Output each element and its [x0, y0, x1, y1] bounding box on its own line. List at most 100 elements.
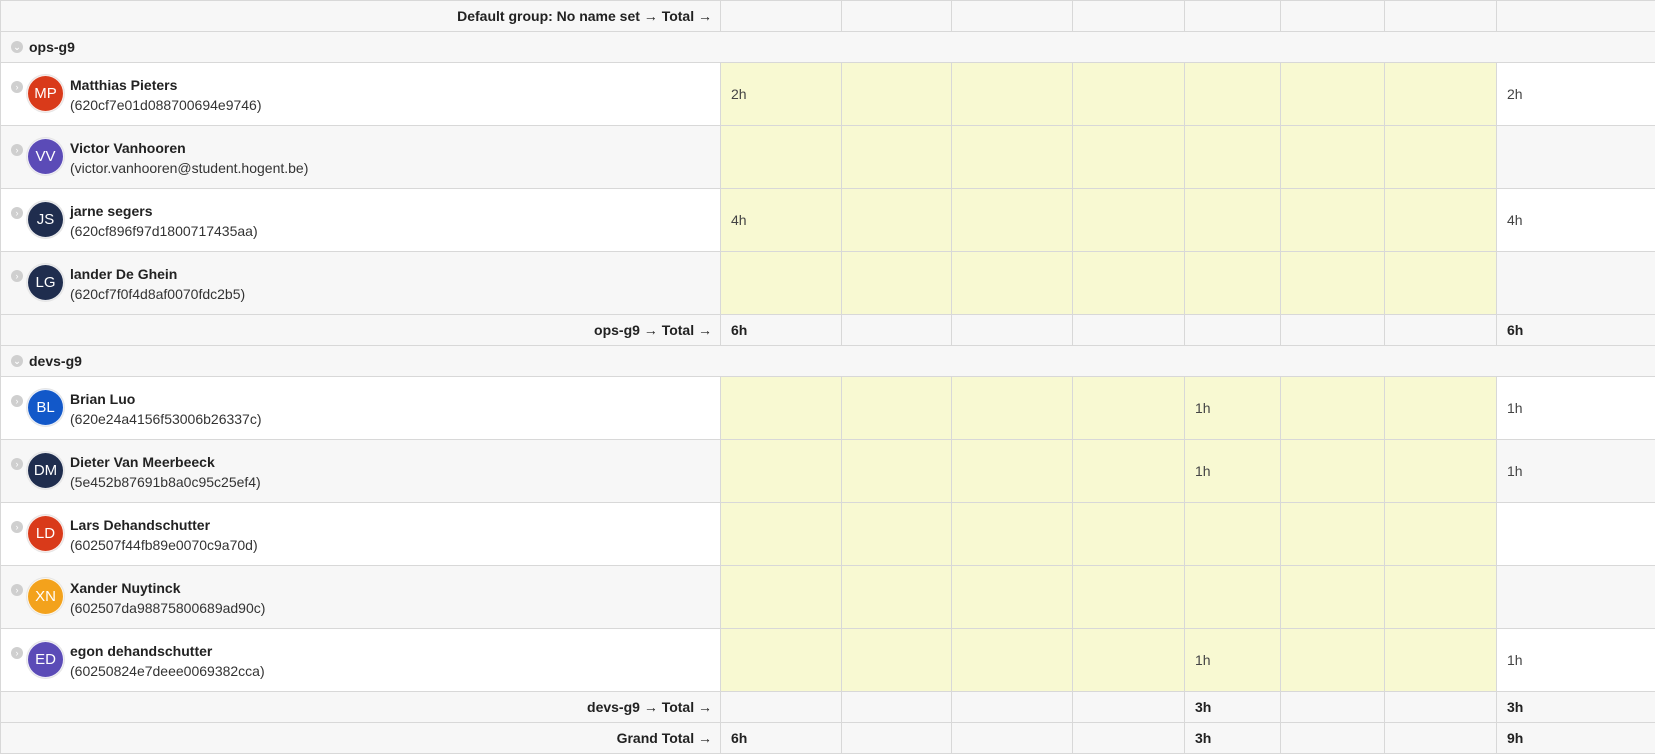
group-total-day-cell: 3h	[1184, 691, 1281, 723]
member-row: › LD Lars Dehandschutter (602507f44fb89e007…	[0, 502, 1655, 566]
day-hours-cell[interactable]	[841, 502, 952, 566]
day-hours-cell[interactable]	[1184, 62, 1281, 126]
group-header-cell[interactable]: ⌄ ops-g9	[0, 31, 1655, 63]
day-hours-cell[interactable]	[951, 502, 1073, 566]
chevron-right-icon[interactable]: ›	[11, 458, 23, 470]
group-header-row[interactable]: ⌄ devs-g9	[0, 345, 1655, 377]
day-hours-cell[interactable]	[1072, 376, 1185, 440]
day-hours-cell[interactable]	[841, 439, 952, 503]
member-identifier: (60250824e7deee0069382cca)	[70, 663, 265, 679]
day-hours-cell[interactable]	[951, 125, 1073, 189]
chevron-right-icon[interactable]: ›	[11, 395, 23, 407]
day-hours-cell[interactable]	[1184, 565, 1281, 629]
day-hours-cell[interactable]	[1280, 125, 1385, 189]
day-hours-cell[interactable]	[720, 439, 842, 503]
day-hours-cell[interactable]	[720, 376, 842, 440]
group-header-cell[interactable]: ⌄ devs-g9	[0, 345, 1655, 377]
day-hours-cell[interactable]	[951, 565, 1073, 629]
chevron-right-icon[interactable]: ›	[11, 144, 23, 156]
day-hours-cell[interactable]	[1384, 62, 1497, 126]
day-hours-cell[interactable]	[1384, 565, 1497, 629]
day-hours-cell[interactable]	[1384, 251, 1497, 315]
group-header-row[interactable]: ⌄ ops-g9	[0, 31, 1655, 63]
group-total-day-cell	[720, 691, 842, 723]
member-identifier: (620e24a4156f53006b26337c)	[70, 411, 262, 427]
avatar: XN	[27, 578, 64, 615]
day-hours-cell[interactable]	[1280, 439, 1385, 503]
group-header[interactable]: ⌄ devs-g9	[1, 353, 1655, 369]
grand-total-day-cell: 6h	[720, 722, 842, 754]
day-hours-cell[interactable]	[1280, 62, 1385, 126]
day-hours-cell[interactable]	[841, 376, 952, 440]
day-hours-cell[interactable]	[1384, 439, 1497, 503]
member-identifier: (602507f44fb89e0070c9a70d)	[70, 537, 258, 553]
day-hours-cell[interactable]	[951, 62, 1073, 126]
day-hours-cell[interactable]	[720, 565, 842, 629]
avatar: BL	[27, 389, 64, 426]
day-hours-cell[interactable]	[1072, 188, 1185, 252]
chevron-right-icon[interactable]: ›	[11, 81, 23, 93]
day-hours-cell[interactable]	[841, 251, 952, 315]
day-hours-cell[interactable]	[841, 628, 952, 692]
day-hours-cell[interactable]	[841, 125, 952, 189]
member-text: egon dehandschutter (60250824e7deee006938…	[70, 641, 265, 681]
day-hours-cell[interactable]	[1072, 565, 1185, 629]
day-hours-cell[interactable]: 1h	[1184, 628, 1281, 692]
avatar: MP	[27, 75, 64, 112]
day-hours-cell[interactable]	[951, 628, 1073, 692]
day-hours-cell[interactable]	[1072, 502, 1185, 566]
day-hours-cell[interactable]	[841, 565, 952, 629]
total-cell	[720, 0, 842, 32]
chevron-right-icon[interactable]: ›	[11, 647, 23, 659]
avatar: DM	[27, 452, 64, 489]
day-hours-cell[interactable]	[1072, 251, 1185, 315]
chevron-down-icon[interactable]: ⌄	[11, 41, 23, 53]
day-hours-cell[interactable]: 4h	[720, 188, 842, 252]
day-hours-cell[interactable]	[1280, 376, 1385, 440]
day-hours-cell[interactable]	[951, 439, 1073, 503]
day-hours-cell[interactable]	[1072, 62, 1185, 126]
day-hours-cell[interactable]: 1h	[1184, 439, 1281, 503]
day-hours-cell[interactable]	[1280, 565, 1385, 629]
day-hours-cell[interactable]	[720, 125, 842, 189]
day-hours-cell[interactable]	[1072, 439, 1185, 503]
day-hours-cell[interactable]	[1280, 251, 1385, 315]
day-hours-cell[interactable]	[1384, 376, 1497, 440]
day-hours-cell[interactable]	[1280, 502, 1385, 566]
chevron-right-icon[interactable]: ›	[11, 207, 23, 219]
day-hours-cell[interactable]	[1184, 125, 1281, 189]
day-hours-cell[interactable]	[1072, 628, 1185, 692]
timesheet-table: Default group: No name set → Total → ⌄ op…	[0, 0, 1655, 754]
day-hours-cell[interactable]	[1384, 125, 1497, 189]
day-hours-cell[interactable]	[951, 188, 1073, 252]
day-hours-cell[interactable]	[1072, 125, 1185, 189]
day-hours-cell[interactable]	[720, 251, 842, 315]
day-hours-cell[interactable]	[1184, 251, 1281, 315]
day-hours-cell[interactable]	[1184, 188, 1281, 252]
day-hours-cell[interactable]	[720, 628, 842, 692]
chevron-right-icon[interactable]: ›	[11, 584, 23, 596]
day-hours-cell[interactable]	[1280, 188, 1385, 252]
day-hours-cell[interactable]	[720, 502, 842, 566]
member-info: › ED egon dehandschutter (60250824e7deee006…	[1, 629, 720, 691]
group-total-row: ops-g9 → Total → 6h 6h	[0, 314, 1655, 346]
group-total-label: ops-g9 → Total →	[0, 314, 721, 346]
day-hours-cell[interactable]	[951, 376, 1073, 440]
day-hours-cell[interactable]	[841, 188, 952, 252]
day-hours-cell[interactable]: 2h	[720, 62, 842, 126]
day-hours-cell[interactable]: 1h	[1184, 376, 1281, 440]
day-hours-cell[interactable]	[841, 62, 952, 126]
day-hours-cell[interactable]	[951, 251, 1073, 315]
member-name: Xander Nuytinck	[70, 580, 181, 596]
day-hours-cell[interactable]	[1280, 628, 1385, 692]
day-hours-cell[interactable]	[1384, 188, 1497, 252]
chevron-down-icon[interactable]: ⌄	[11, 355, 23, 367]
chevron-right-icon[interactable]: ›	[11, 270, 23, 282]
day-hours-cell[interactable]	[1184, 502, 1281, 566]
day-hours-cell[interactable]	[1384, 502, 1497, 566]
day-hours-cell[interactable]	[1384, 628, 1497, 692]
chevron-right-icon[interactable]: ›	[11, 521, 23, 533]
member-total-cell: 1h	[1496, 439, 1655, 503]
member-cell: › ED egon dehandschutter (60250824e7deee006…	[0, 628, 721, 692]
group-header[interactable]: ⌄ ops-g9	[1, 39, 1655, 55]
